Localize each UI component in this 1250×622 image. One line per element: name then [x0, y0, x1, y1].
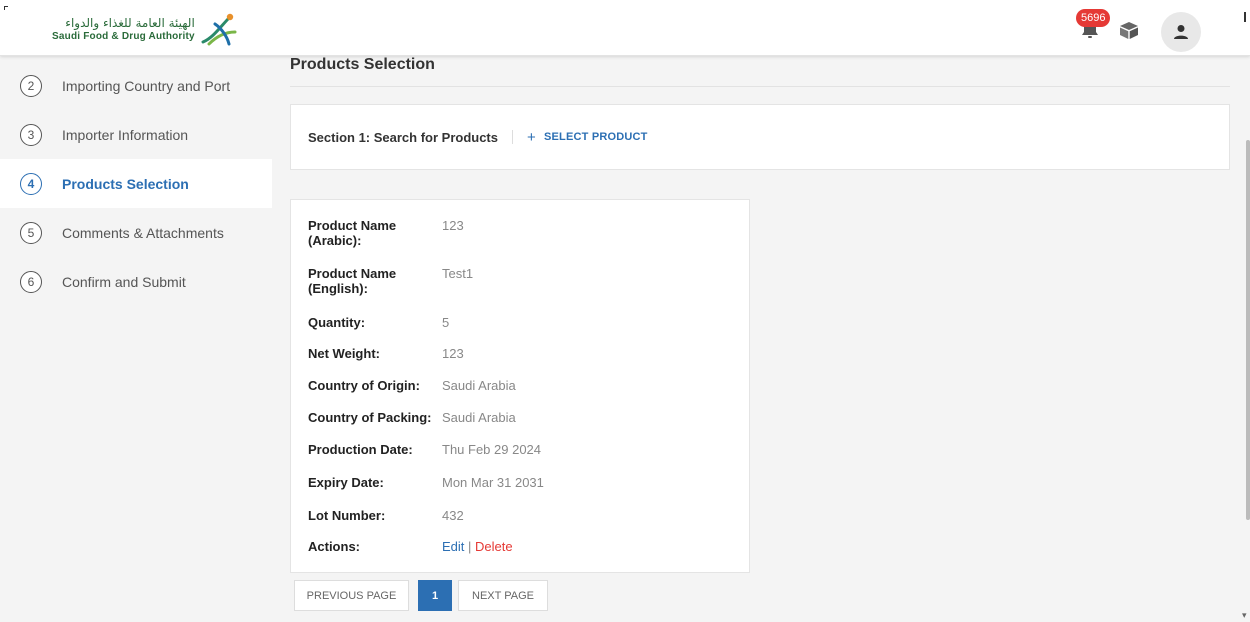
- field-label: Product Name (Arabic):: [308, 218, 397, 248]
- delete-link[interactable]: Delete: [475, 539, 513, 554]
- search-section-card: Section 1: Search for Products + SELECT …: [290, 104, 1230, 170]
- step-number: 4: [20, 172, 42, 195]
- field-value: Test1: [442, 266, 474, 281]
- step-number: 5: [20, 221, 42, 244]
- notification-badge: 5696: [1076, 9, 1111, 27]
- logo-english-text: Saudi Food & Drug Authority: [52, 30, 195, 42]
- field-label: Product Name (English):: [308, 266, 397, 296]
- product-row-country-packing: Country of Packing: Saudi Arabia: [308, 410, 516, 425]
- step-label: Importer Information: [62, 126, 189, 143]
- product-row-country-origin: Country of Origin: Saudi Arabia: [308, 378, 516, 393]
- step-number: 3: [20, 123, 42, 146]
- product-card: Product Name (Arabic): 123 Product Name …: [290, 199, 750, 573]
- pagination: PREVIOUS PAGE 1 NEXT PAGE: [294, 580, 548, 611]
- logo-arabic-text: الهيئة العامة للغذاء والدواء: [65, 15, 195, 30]
- field-value: 5: [442, 315, 450, 330]
- step-confirm-submit[interactable]: 6 Confirm and Submit: [0, 257, 272, 306]
- step-label: Confirm and Submit: [62, 273, 186, 290]
- field-value: 123: [442, 346, 464, 361]
- field-value: Saudi Arabia: [442, 378, 516, 393]
- sfda-logo[interactable]: الهيئة العامة للغذاء والدواء Saudi Food …: [52, 12, 239, 46]
- step-label: Importing Country and Port: [62, 77, 231, 94]
- next-page-button[interactable]: NEXT PAGE: [458, 580, 548, 611]
- product-row-actions: Actions: Edit | Delete: [308, 539, 513, 554]
- field-label: Country of Origin:: [308, 378, 420, 393]
- box-icon[interactable]: [1118, 20, 1140, 40]
- top-header: الهيئة العامة للغذاء والدواء Saudi Food …: [0, 0, 1250, 56]
- product-row-production-date: Production Date: Thu Feb 29 2024: [308, 442, 541, 457]
- field-value: Thu Feb 29 2024: [442, 442, 542, 457]
- step-label: Products Selection: [62, 175, 189, 192]
- field-label: Production Date:: [308, 442, 413, 457]
- field-label: Lot Number:: [308, 508, 386, 523]
- action-separator: |: [468, 539, 472, 554]
- field-value: 432: [442, 508, 464, 523]
- scroll-down-arrow-icon[interactable]: ▾: [1242, 610, 1247, 621]
- scrollbar[interactable]: [1246, 140, 1250, 520]
- page-title: Products Selection: [290, 56, 435, 73]
- plus-icon: +: [527, 128, 536, 146]
- product-row-quantity: Quantity: 5: [308, 315, 449, 330]
- field-label: Expiry Date:: [308, 475, 384, 490]
- section-label: Section 1: Search for Products: [308, 129, 498, 145]
- logo-text: الهيئة العامة للغذاء والدواء Saudi Food …: [52, 17, 195, 42]
- product-row-net-weight: Net Weight: 123: [308, 346, 464, 361]
- field-label: Net Weight:: [308, 346, 380, 361]
- field-value: Saudi Arabia: [442, 410, 516, 425]
- field-label: Actions:: [308, 539, 360, 554]
- field-value: 123: [442, 218, 464, 233]
- field-value: Mon Mar 31 2031: [442, 475, 544, 490]
- step-products-selection[interactable]: 4 Products Selection: [0, 159, 272, 208]
- edit-link[interactable]: Edit: [442, 539, 464, 554]
- step-importer-information[interactable]: 3 Importer Information: [0, 110, 272, 159]
- step-importing-country[interactable]: 2 Importing Country and Port: [0, 61, 272, 110]
- select-product-button[interactable]: + SELECT PRODUCT: [527, 130, 648, 145]
- step-number: 2: [20, 74, 42, 97]
- field-label: Country of Packing:: [308, 410, 432, 425]
- step-label: Comments & Attachments: [62, 224, 224, 241]
- product-row-name-arabic: Product Name (Arabic): 123: [308, 218, 464, 248]
- corner-mark: [4, 6, 8, 10]
- step-comments-attachments[interactable]: 5 Comments & Attachments: [0, 208, 272, 257]
- product-row-expiry-date: Expiry Date: Mon Mar 31 2031: [308, 475, 544, 490]
- select-product-label: SELECT PRODUCT: [543, 131, 648, 143]
- page-number-button[interactable]: 1: [418, 580, 452, 611]
- title-divider: [290, 86, 1230, 87]
- product-row-lot-number: Lot Number: 432: [308, 508, 464, 523]
- field-label: Quantity:: [308, 315, 366, 330]
- user-icon: [1174, 25, 1188, 39]
- previous-page-button[interactable]: PREVIOUS PAGE: [294, 580, 409, 611]
- edge-mark: [1244, 12, 1246, 22]
- section-divider: [512, 130, 513, 144]
- actions-group: Edit | Delete: [442, 539, 513, 554]
- logo-mark-icon: [201, 13, 237, 46]
- user-menu-button[interactable]: [1161, 12, 1201, 52]
- product-row-name-english: Product Name (English): Test1: [308, 266, 473, 296]
- step-number: 6: [20, 270, 42, 293]
- steps-sidebar: 2 Importing Country and Port 3 Importer …: [0, 56, 272, 622]
